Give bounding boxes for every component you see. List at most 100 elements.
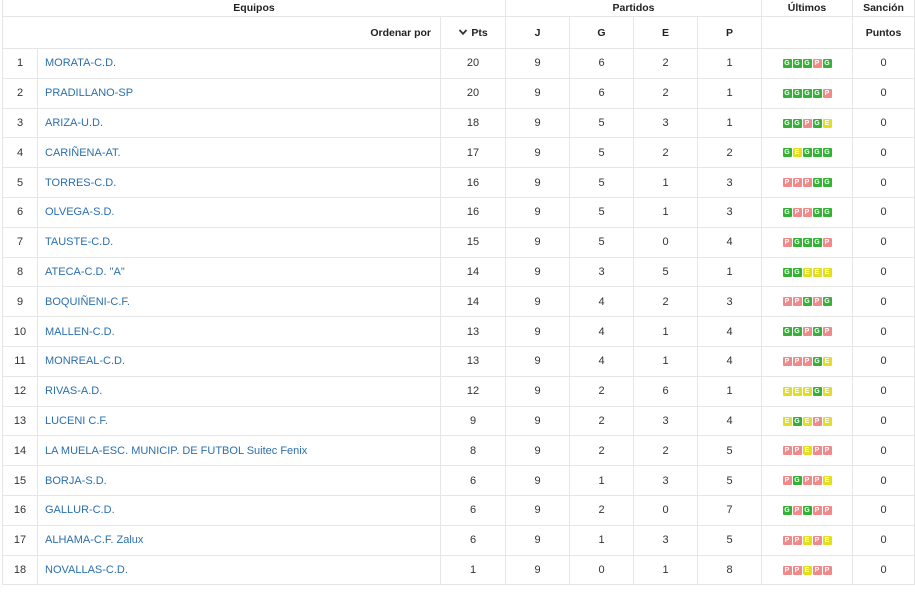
- points-cell: 9: [440, 405, 506, 437]
- result-badge: P: [792, 356, 802, 366]
- last-results-cell: GGPGP: [761, 316, 854, 347]
- team-link[interactable]: PRADILLANO-SP: [37, 77, 441, 109]
- team-link[interactable]: CARIÑENA-AT.: [37, 137, 441, 169]
- team-link[interactable]: RIVAS-A.D.: [37, 375, 441, 407]
- drawn-cell: 3: [633, 405, 698, 437]
- e-header[interactable]: E: [633, 16, 698, 49]
- table-row: 12 RIVAS-A.D. 12 9 2 6 1 E E E G E 0: [2, 375, 915, 407]
- drawn-cell: 1: [633, 345, 698, 377]
- last-results-cell: GGGPG: [761, 48, 854, 79]
- played-cell: 9: [505, 524, 570, 556]
- sancion-cell: 0: [852, 375, 915, 407]
- won-cell: 6: [569, 77, 634, 109]
- sancion-cell: 0: [852, 77, 915, 109]
- position-cell: 12: [2, 375, 38, 407]
- sancion-cell: 0: [852, 167, 915, 198]
- table-row: 14 LA MUELA-ESC. MUNICIP. DE FUTBOL Suite…: [2, 435, 915, 467]
- drawn-cell: 2: [633, 435, 698, 467]
- result-badge: G: [802, 297, 812, 307]
- g-header[interactable]: G: [569, 16, 634, 49]
- result-badge: G: [792, 118, 802, 128]
- result-badge: G: [802, 148, 812, 158]
- team-link[interactable]: BOQUIÑENI-C.F.: [37, 286, 441, 318]
- last-results-cell: GGPGE: [761, 107, 854, 139]
- sancion-cell: 0: [852, 465, 915, 496]
- team-link[interactable]: ALHAMA-C.F. Zalux: [37, 524, 441, 556]
- table-row: 15 BORJA-S.D. 6 9 1 3 5 P G P P E 0: [2, 465, 915, 496]
- team-link[interactable]: ATECA-C.D. "A": [37, 256, 441, 288]
- result-badge: E: [822, 356, 832, 366]
- last-results-cell: GPGPP: [761, 494, 854, 526]
- result-badge: E: [782, 386, 792, 396]
- position-cell: 18: [2, 554, 38, 586]
- won-cell: 2: [569, 494, 634, 526]
- result-badge: P: [792, 565, 802, 575]
- points-cell: 13: [440, 316, 506, 347]
- sancion-cell: 0: [852, 316, 915, 347]
- won-cell: 2: [569, 375, 634, 407]
- drawn-cell: 2: [633, 137, 698, 169]
- team-link[interactable]: NOVALLAS-C.D.: [37, 554, 441, 586]
- last-results-cell: GGEEE: [761, 256, 854, 288]
- result-badge: P: [782, 237, 792, 247]
- p-header[interactable]: P: [696, 16, 763, 49]
- team-link[interactable]: GALLUR-C.D.: [37, 494, 441, 526]
- last-results: GPPGG: [782, 207, 832, 217]
- played-cell: 9: [505, 196, 570, 228]
- sort-by-points-button[interactable]: Pts: [440, 16, 506, 49]
- last-results: GGGPG: [782, 58, 832, 68]
- result-badge: G: [792, 237, 802, 247]
- last-results: PPPGG: [782, 178, 832, 188]
- drawn-cell: 0: [633, 494, 698, 526]
- lost-cell: 5: [696, 465, 763, 496]
- result-badge: E: [822, 535, 832, 545]
- last-results-cell: GEGGG: [761, 137, 854, 169]
- won-cell: 5: [569, 167, 634, 198]
- last-results: PPEPP: [782, 565, 832, 575]
- result-badge: E: [792, 148, 802, 158]
- position-cell: 7: [2, 226, 38, 258]
- result-badge: P: [802, 356, 812, 366]
- result-badge: G: [792, 267, 802, 277]
- last-results-cell: PPPGE: [761, 345, 854, 377]
- result-badge: P: [822, 237, 832, 247]
- lost-cell: 3: [696, 196, 763, 228]
- position-cell: 14: [2, 435, 38, 467]
- points-cell: 6: [440, 465, 506, 496]
- played-cell: 9: [505, 345, 570, 377]
- table-row: 13 LUCENI C.F. 9 9 2 3 4 E G E P E 0: [2, 405, 915, 437]
- result-badge: E: [802, 565, 812, 575]
- sancion-header: Sanción: [852, 0, 915, 17]
- team-link[interactable]: TORRES-C.D.: [37, 167, 441, 198]
- team-link[interactable]: TAUSTE-C.D.: [37, 226, 441, 258]
- sancion-cell: 0: [852, 554, 915, 586]
- team-link[interactable]: OLVEGA-S.D.: [37, 196, 441, 228]
- drawn-cell: 3: [633, 107, 698, 139]
- team-link[interactable]: ARIZA-U.D.: [37, 107, 441, 139]
- result-badge: G: [782, 58, 792, 68]
- team-link[interactable]: LUCENI C.F.: [37, 405, 441, 437]
- result-badge: P: [782, 446, 792, 456]
- team-link[interactable]: LA MUELA-ESC. MUNICIP. DE FUTBOL Suitec …: [37, 435, 441, 467]
- result-badge: P: [812, 446, 822, 456]
- drawn-cell: 1: [633, 554, 698, 586]
- last-results: GGPGP: [782, 327, 832, 337]
- position-cell: 11: [2, 345, 38, 377]
- result-badge: E: [802, 416, 812, 426]
- lost-cell: 5: [696, 524, 763, 556]
- team-link[interactable]: BORJA-S.D.: [37, 465, 441, 496]
- result-badge: P: [782, 535, 792, 545]
- won-cell: 1: [569, 465, 634, 496]
- team-link[interactable]: MALLEN-C.D.: [37, 316, 441, 347]
- team-link[interactable]: MONREAL-C.D.: [37, 345, 441, 377]
- team-link[interactable]: MORATA-C.D.: [37, 48, 441, 79]
- result-badge: G: [812, 356, 822, 366]
- sancion-cell: 0: [852, 48, 915, 79]
- result-badge: E: [802, 446, 812, 456]
- won-cell: 4: [569, 345, 634, 377]
- result-badge: G: [792, 58, 802, 68]
- won-cell: 2: [569, 435, 634, 467]
- j-header[interactable]: J: [505, 16, 570, 49]
- result-badge: G: [802, 237, 812, 247]
- table-row: 16 GALLUR-C.D. 6 9 2 0 7 G P G P P 0: [2, 494, 915, 526]
